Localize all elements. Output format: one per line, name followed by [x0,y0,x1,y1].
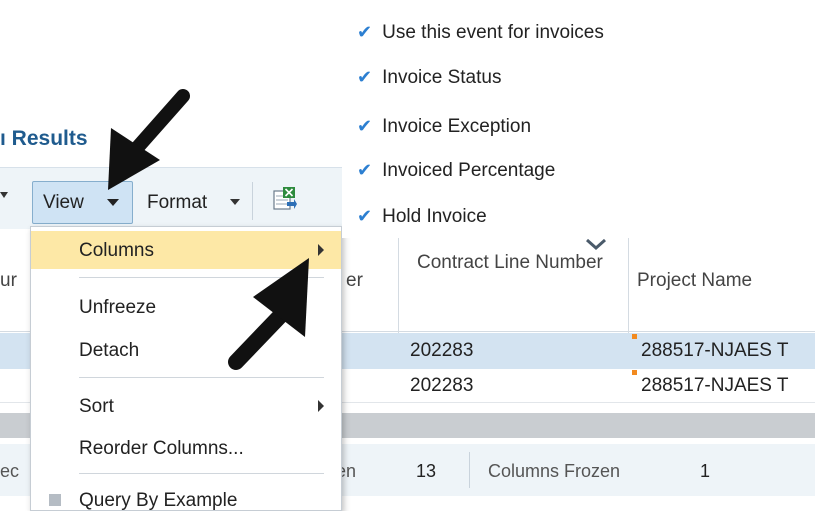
checkmark-icon: ✔ [357,206,373,226]
menu-item-query-by-example[interactable]: Query By Example [79,490,237,511]
submenu-item-label: Invoice Exception [382,116,532,137]
columns-frozen-label: Columns Frozen [488,461,621,481]
changed-cell-marker-icon [632,370,637,375]
table-cell-contract-line[interactable]: 202283 [410,340,473,362]
checkmark-icon: ✔ [357,160,373,180]
chevron-down-icon[interactable] [584,237,608,251]
menu-item-detach[interactable]: Detach [79,340,139,362]
submenu-item-label: Invoiced Percentage [382,160,556,181]
table-cell-project-name[interactable]: 288517-NJAES T [641,340,789,362]
status-label-partial: ec [0,461,20,481]
status-count-value: 13 [416,461,437,481]
submenu-item-label: Use this event for invoices [382,22,604,43]
menu-item-columns[interactable] [31,231,341,269]
menu-separator [79,277,324,278]
checkmark-icon: ✔ [357,116,373,136]
submenu-item-label: Invoice Status [382,67,502,88]
column-header-project-name[interactable]: Project Name [637,270,752,292]
column-header-partial[interactable]: er [346,270,363,292]
table-cell-contract-line[interactable]: 202283 [410,375,473,397]
submenu-item-invoice-status[interactable]: ✔ Invoice Status [357,67,501,89]
checkmark-icon: ✔ [357,22,373,42]
query-by-example-checkbox[interactable] [49,494,61,506]
submenu-item-label: Hold Invoice [382,206,487,227]
changed-cell-marker-icon [632,334,637,339]
menu-item-reorder-columns[interactable]: Reorder Columns... [79,438,244,460]
menu-item-unfreeze[interactable]: Unfreeze [79,297,156,319]
table-cell-project-name[interactable]: 288517-NJAES T [641,375,789,397]
submenu-item-invoiced-percentage[interactable]: ✔ Invoiced Percentage [357,160,555,182]
format-caret-icon[interactable] [230,199,240,205]
submenu-arrow-icon [318,400,324,412]
format-menu-button[interactable]: Format [147,192,207,214]
status-divider [469,452,470,488]
export-to-excel-icon[interactable] [271,186,297,212]
menu-item-sort[interactable]: Sort [79,396,114,418]
column-header-contract-line-number[interactable]: Contract Line Number [417,250,607,276]
menu-separator [79,473,324,474]
submenu-item-use-event-for-invoices[interactable]: ✔ Use this event for invoices [357,22,604,44]
menu-separator [79,377,324,378]
view-menu-label[interactable]: View [43,192,84,214]
menu-item-columns-label[interactable]: Columns [79,240,154,262]
submenu-item-invoice-exception[interactable]: ✔ Invoice Exception [357,116,531,138]
partial-dropdown-caret-icon[interactable] [0,192,8,198]
submenu-item-hold-invoice[interactable]: ✔ Hold Invoice [357,206,487,228]
toolbar-separator [252,182,253,220]
checkmark-icon: ✔ [357,67,373,87]
submenu-arrow-icon [318,244,324,256]
view-caret-icon[interactable] [107,199,119,206]
page-title: ı Results [0,127,88,150]
column-header-partial[interactable]: ur [0,270,17,292]
columns-frozen-value: 1 [700,461,711,481]
